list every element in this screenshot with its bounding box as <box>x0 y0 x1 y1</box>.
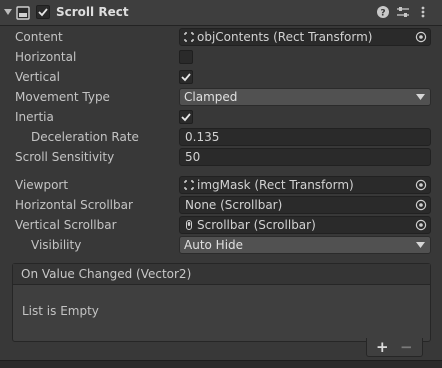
inertia-row: Inertia <box>0 107 442 127</box>
checkmark-icon <box>181 113 191 122</box>
remove-listener-button[interactable]: − <box>400 338 413 356</box>
deceleration-rate-label: Deceleration Rate <box>31 130 139 144</box>
foldout-arrow-icon[interactable] <box>3 7 13 17</box>
checkmark-icon <box>181 73 191 82</box>
component-enabled-checkbox[interactable] <box>36 5 50 19</box>
movement-type-row: Movement Type Clamped <box>0 87 442 107</box>
content-label: Content <box>15 30 63 44</box>
scroll-sensitivity-label: Scroll Sensitivity <box>15 150 115 164</box>
viewport-label: Viewport <box>15 178 69 192</box>
horizontal-scrollbar-value: None (Scrollbar) <box>185 198 283 212</box>
horizontal-label: Horizontal <box>15 50 77 64</box>
kebab-menu-icon[interactable] <box>416 5 430 19</box>
movement-type-dropdown[interactable]: Clamped <box>179 88 431 106</box>
scroll-sensitivity-field[interactable]: 50 <box>179 148 431 166</box>
chevron-down-icon <box>416 242 425 248</box>
scroll-sensitivity-row: Scroll Sensitivity 50 <box>0 147 442 167</box>
component-title: Scroll Rect <box>56 5 129 19</box>
on-value-changed-event: On Value Changed (Vector2) List is Empty <box>12 263 431 342</box>
movement-type-value: Clamped <box>184 90 238 104</box>
deceleration-rate-value: 0.135 <box>185 130 220 144</box>
scroll-sensitivity-value: 50 <box>185 150 201 164</box>
viewport-row: Viewport imgMask (Rect Transform) <box>0 175 442 195</box>
vertical-checkbox[interactable] <box>179 70 193 84</box>
chevron-down-icon <box>416 94 425 100</box>
horizontal-checkbox[interactable] <box>179 50 193 64</box>
content-value: objContents (Rect Transform) <box>197 30 373 44</box>
horizontal-row: Horizontal <box>0 47 442 67</box>
object-picker-icon[interactable] <box>415 31 427 43</box>
event-list-footer: + − <box>366 338 423 357</box>
deceleration-rate-row: Deceleration Rate 0.135 <box>0 127 442 147</box>
viewport-field[interactable]: imgMask (Rect Transform) <box>179 176 431 194</box>
object-picker-icon[interactable] <box>415 199 427 211</box>
content-field[interactable]: objContents (Rect Transform) <box>179 28 431 46</box>
vertical-scrollbar-row: Vertical Scrollbar Scrollbar (Scrollbar) <box>0 215 442 235</box>
vertical-row: Vertical <box>0 67 442 87</box>
vertical-scrollbar-field[interactable]: Scrollbar (Scrollbar) <box>179 216 431 234</box>
event-title: On Value Changed (Vector2) <box>21 267 192 281</box>
preset-icon[interactable] <box>396 5 410 19</box>
visibility-label: Visibility <box>31 238 82 252</box>
visibility-value: Auto Hide <box>184 238 244 252</box>
scrollbar-icon <box>186 220 192 230</box>
object-picker-icon[interactable] <box>415 179 427 191</box>
add-listener-button[interactable]: + <box>376 338 389 356</box>
component-icon <box>16 6 30 20</box>
vertical-label: Vertical <box>15 70 60 84</box>
help-icon[interactable]: ? <box>376 5 390 19</box>
component-header: Scroll Rect ? <box>0 0 442 26</box>
svg-text:?: ? <box>380 9 385 19</box>
inertia-label: Inertia <box>15 110 54 124</box>
event-header: On Value Changed (Vector2) <box>13 264 430 285</box>
content-row: Content objContents (Rect Transform) <box>0 27 442 47</box>
event-empty-text: List is Empty <box>22 304 99 318</box>
object-picker-icon[interactable] <box>415 219 427 231</box>
movement-type-label: Movement Type <box>15 90 110 104</box>
horizontal-scrollbar-field[interactable]: None (Scrollbar) <box>179 196 431 214</box>
horizontal-scrollbar-row: Horizontal Scrollbar None (Scrollbar) <box>0 195 442 215</box>
viewport-value: imgMask (Rect Transform) <box>197 178 354 192</box>
deceleration-rate-field[interactable]: 0.135 <box>179 128 431 146</box>
visibility-row: Visibility Auto Hide <box>0 235 442 255</box>
vertical-scrollbar-label: Vertical Scrollbar <box>15 218 117 232</box>
vertical-scrollbar-value: Scrollbar (Scrollbar) <box>197 218 316 232</box>
horizontal-scrollbar-label: Horizontal Scrollbar <box>15 198 133 212</box>
inertia-checkbox[interactable] <box>179 110 193 124</box>
rect-transform-icon <box>184 32 194 42</box>
rect-transform-icon <box>184 180 194 190</box>
visibility-dropdown[interactable]: Auto Hide <box>179 236 431 254</box>
